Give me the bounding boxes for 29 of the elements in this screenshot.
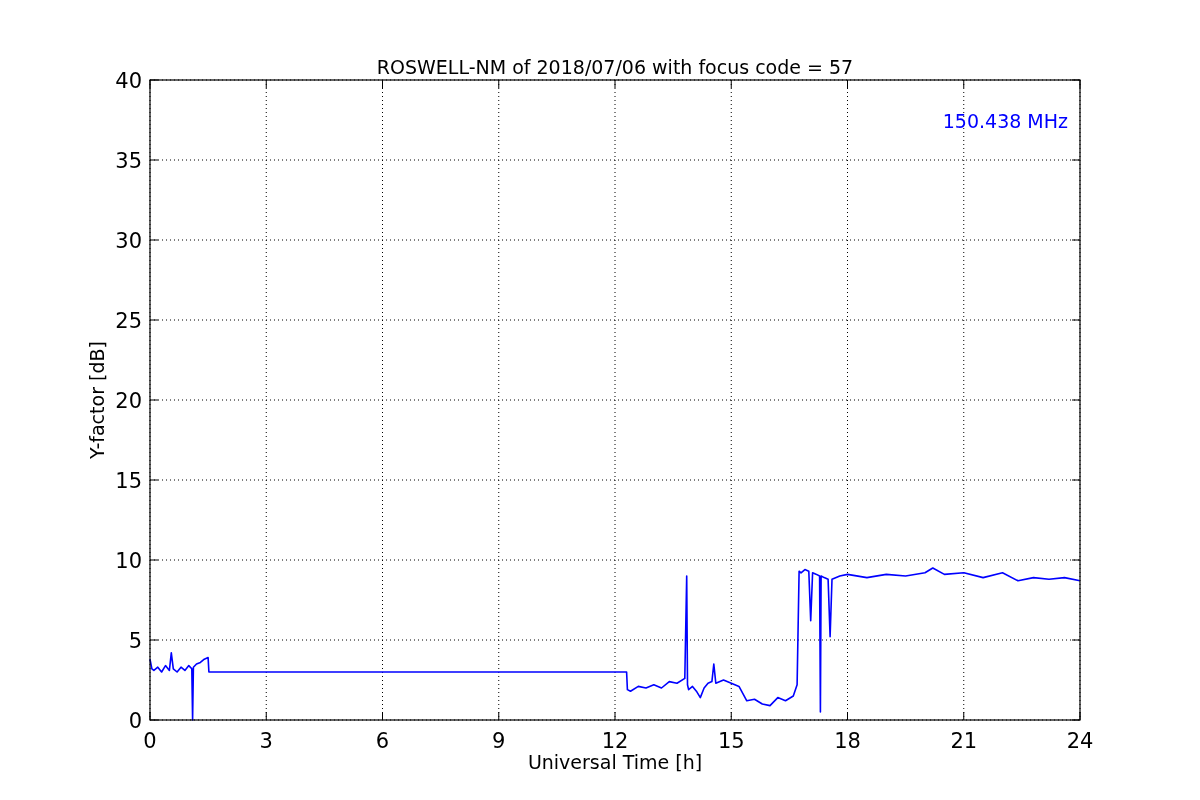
- y-tick-label: 20: [115, 389, 142, 413]
- x-tick-label: 18: [834, 729, 861, 753]
- y-tick-label: 0: [128, 709, 142, 733]
- y-tick-label: 40: [115, 69, 142, 93]
- x-tick-label: 0: [143, 729, 157, 753]
- tick-mark: [847, 711, 848, 721]
- tick-mark: [963, 711, 965, 721]
- y-tick-label: 15: [115, 469, 142, 493]
- y-tick-label: 10: [115, 549, 142, 573]
- tick-mark: [498, 711, 500, 721]
- x-tick-label: 15: [717, 729, 745, 753]
- x-tick-label: 24: [1066, 729, 1094, 753]
- y-tick-label: 35: [115, 149, 142, 173]
- frequency-annotation: 150.438 MHz: [942, 110, 1068, 132]
- x-tick-label: 12: [601, 729, 629, 753]
- y-tick-label: 30: [115, 229, 142, 253]
- x-tick-label: 21: [950, 729, 978, 753]
- x-axis-title: Universal Time [h]: [527, 751, 703, 773]
- tick-mark: [614, 711, 616, 721]
- tick-mark: [265, 711, 267, 721]
- y-tick-label: 25: [115, 309, 142, 333]
- x-tick-label: 3: [259, 729, 273, 753]
- tick-mark: [382, 711, 383, 721]
- x-tick-label: 6: [375, 729, 390, 753]
- y-tick-label: 5: [128, 629, 142, 653]
- chart-title: ROSWELL-NM of 2018/07/06 with focus code = 57: [376, 56, 854, 78]
- tick-mark: [730, 711, 732, 721]
- y-axis-title: Y-factor [dB]: [86, 341, 108, 459]
- x-tick-label: 9: [492, 729, 506, 753]
